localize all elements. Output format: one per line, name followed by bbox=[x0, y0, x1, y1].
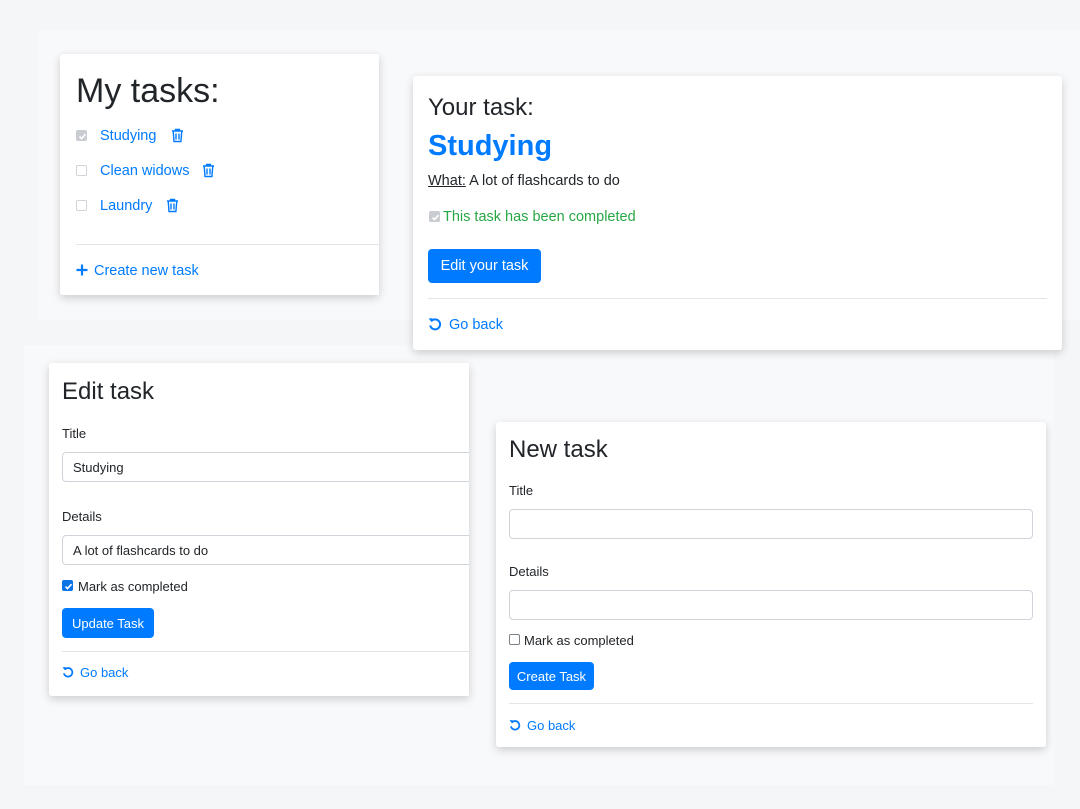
title-label: Title bbox=[62, 426, 87, 441]
title-label: Title bbox=[509, 483, 534, 498]
completed-checkbox bbox=[429, 211, 440, 222]
task-detail-what: What: A lot of flashcards to do bbox=[428, 172, 620, 190]
task-link-studying[interactable]: Studying bbox=[100, 127, 156, 145]
mark-completed-label: Mark as completed bbox=[524, 633, 634, 648]
undo-icon bbox=[62, 667, 74, 678]
details-input[interactable] bbox=[509, 590, 1033, 620]
task-list-card: My tasks: Studying Clean widows Laundry … bbox=[60, 54, 379, 295]
go-back-label: Go back bbox=[449, 317, 503, 333]
new-task-card: New task Title Details Mark as completed… bbox=[496, 422, 1046, 747]
mark-completed-checkbox[interactable] bbox=[509, 634, 520, 645]
go-back-link[interactable]: Go back bbox=[62, 665, 128, 681]
plus-icon bbox=[76, 264, 88, 276]
trash-icon[interactable] bbox=[202, 163, 215, 178]
new-task-heading: New task bbox=[509, 436, 608, 463]
edit-task-heading: Edit task bbox=[62, 378, 155, 405]
details-label: Details bbox=[509, 564, 549, 579]
trash-icon[interactable] bbox=[166, 198, 179, 213]
title-input[interactable] bbox=[509, 509, 1033, 539]
go-back-label: Go back bbox=[527, 718, 576, 733]
go-back-link[interactable]: Go back bbox=[509, 718, 575, 734]
divider bbox=[428, 298, 1047, 299]
details-label: Details bbox=[62, 509, 102, 524]
task-link-laundry[interactable]: Laundry bbox=[100, 197, 152, 215]
edit-task-button[interactable]: Edit your task bbox=[428, 249, 541, 283]
undo-icon bbox=[428, 317, 442, 331]
task-list-heading: My tasks: bbox=[76, 72, 220, 110]
create-task-link[interactable]: Create new task bbox=[76, 262, 199, 280]
divider bbox=[76, 244, 379, 245]
mark-completed-label: Mark as completed bbox=[78, 579, 188, 594]
trash-icon[interactable] bbox=[171, 128, 184, 143]
task-detail-prefix: Your task: bbox=[428, 94, 534, 121]
mark-completed-checkbox[interactable] bbox=[62, 580, 73, 591]
task-detail-title: Studying bbox=[428, 130, 553, 162]
divider bbox=[62, 651, 469, 652]
completed-status: This task has been completed bbox=[443, 209, 636, 225]
go-back-label: Go back bbox=[80, 665, 129, 680]
task-checkbox-laundry[interactable] bbox=[76, 200, 87, 211]
what-label: What: bbox=[428, 173, 466, 189]
details-input[interactable]: A lot of flashcards to do bbox=[62, 535, 469, 565]
create-task-label: Create new task bbox=[94, 263, 199, 279]
what-value: A lot of flashcards to do bbox=[469, 173, 620, 189]
task-checkbox-clean-widows[interactable] bbox=[76, 165, 87, 176]
title-input[interactable]: Studying bbox=[62, 452, 469, 482]
edit-task-card: Edit task Title Studying Details A lot o… bbox=[49, 363, 469, 696]
task-link-clean-widows[interactable]: Clean widows bbox=[100, 162, 189, 180]
go-back-link[interactable]: Go back bbox=[428, 316, 503, 334]
undo-icon bbox=[509, 720, 521, 731]
create-task-button[interactable]: Create Task bbox=[509, 662, 594, 690]
task-checkbox-studying[interactable] bbox=[76, 130, 87, 141]
divider bbox=[509, 703, 1033, 704]
update-task-button[interactable]: Update Task bbox=[62, 608, 154, 638]
task-detail-card: Your task: Studying What: A lot of flash… bbox=[413, 76, 1062, 350]
